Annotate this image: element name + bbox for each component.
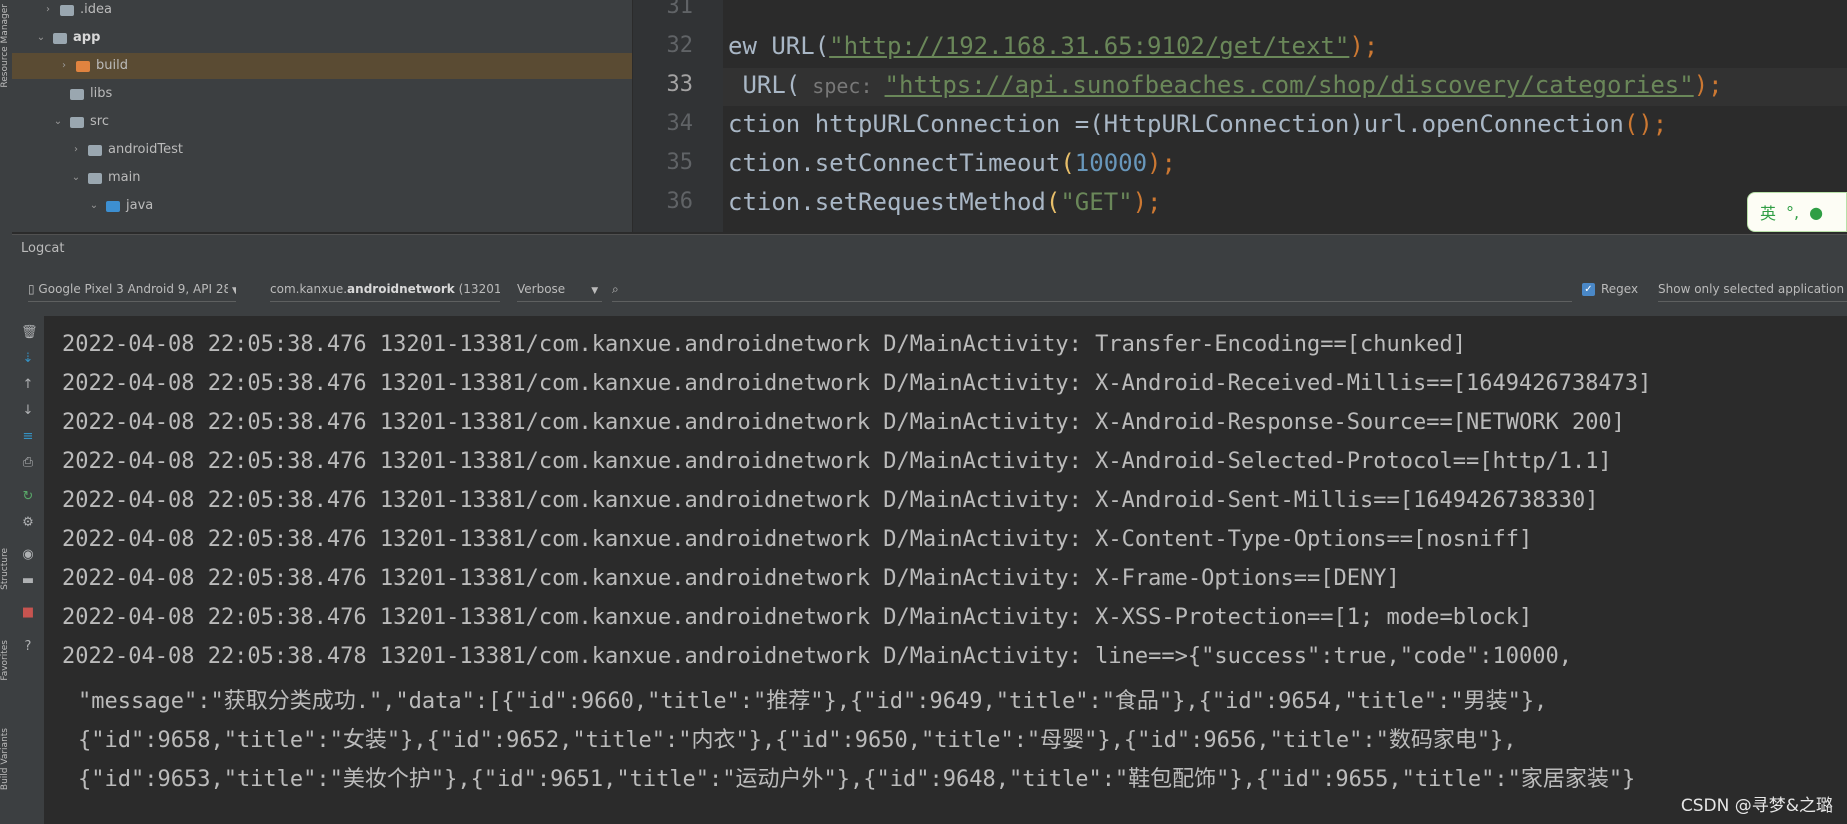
folder-icon [88, 172, 102, 184]
chevron-down-icon[interactable]: ⌄ [88, 193, 100, 219]
log-line: 2022-04-08 22:05:38.476 13201-13381/com.… [62, 566, 1400, 591]
tree-item-src[interactable]: ⌄ src [52, 109, 109, 135]
tree-item-idea[interactable]: › .idea [42, 0, 112, 23]
favorites-tab[interactable]: Favorites [0, 640, 12, 681]
tree-item-main[interactable]: ⌄ main [70, 165, 141, 191]
print-icon[interactable]: ⎙ [21, 456, 35, 470]
restart-icon[interactable]: ↻ [21, 490, 35, 504]
folder-icon [76, 60, 90, 72]
tree-item-label: .idea [80, 2, 112, 17]
line-number: 36 [666, 189, 694, 214]
line-number-gutter: 31 32 33 34 35 36 [633, 0, 723, 232]
folder-icon [60, 4, 74, 16]
watermark: CSDN @寻梦&之璐 [1680, 796, 1833, 816]
tree-item-label: libs [90, 86, 113, 101]
search-input[interactable]: ⌕ [612, 277, 1572, 302]
camera-icon[interactable]: ◉ [21, 548, 35, 562]
search-icon: ⌕ [612, 282, 619, 296]
logcat-toolbar: ▯ Google Pixel 3 Android 9, API 28 ▼ com… [12, 262, 1847, 317]
soft-wrap-icon[interactable]: ≡ [21, 430, 35, 444]
ime-punctuation-label[interactable]: °, [1786, 203, 1799, 222]
folder-icon [70, 116, 84, 128]
structure-tab[interactable]: Structure [0, 548, 12, 590]
process-dropdown[interactable]: com.kanxue.androidnetwork (13201) [270, 277, 500, 302]
code-line-35: ction.setConnectTimeout(10000); [728, 149, 1176, 177]
source-folder-icon [106, 200, 120, 212]
logcat-output[interactable]: 2022-04-08 22:05:38.476 13201-13381/com.… [44, 316, 1847, 824]
log-line: "message":"获取分类成功.","data":[{"id":9660,"… [78, 689, 1548, 714]
tree-item-label: java [126, 198, 154, 213]
tree-item-label: app [73, 30, 101, 45]
tree-item-label: src [90, 114, 109, 129]
chevron-down-icon[interactable]: ⌄ [70, 165, 82, 191]
folder-icon [70, 88, 84, 100]
tree-item-build[interactable]: › build [12, 53, 632, 79]
video-icon[interactable]: ▬ [21, 574, 35, 588]
chevron-right-icon[interactable]: › [42, 0, 54, 23]
app-filter-dropdown[interactable]: Show only selected application [1658, 277, 1847, 302]
phone-icon: ▯ [28, 282, 39, 296]
tree-item-label: build [96, 58, 128, 73]
chevron-down-icon: ▼ [591, 286, 599, 296]
regex-checkbox[interactable]: ✓ Regex [1582, 277, 1652, 301]
log-line: 2022-04-08 22:05:38.476 13201-13381/com.… [62, 605, 1533, 630]
chevron-right-icon[interactable]: › [70, 137, 82, 163]
scroll-to-end-icon[interactable]: ⇣ [21, 352, 35, 366]
parameter-hint: spec: [800, 74, 885, 98]
stop-icon[interactable]: ■ [21, 606, 35, 620]
device-dropdown[interactable]: ▯ Google Pixel 3 Android 9, API 28 [28, 277, 228, 302]
help-icon[interactable]: ? [21, 640, 35, 654]
tree-item-label: main [108, 170, 141, 185]
code-line-36: ction.setRequestMethod("GET"); [728, 188, 1162, 216]
code-line-33: URL( spec: "https://api.sunofbeaches.com… [728, 71, 1723, 99]
folder-icon [88, 144, 102, 156]
line-number: 32 [666, 33, 694, 58]
code-line-32: ew URL("http://192.168.31.65:9102/get/te… [728, 32, 1379, 60]
logcat-title: Logcat [21, 241, 65, 256]
resource-manager-tab[interactable]: Resource Manager [0, 4, 12, 88]
line-number: 31 [666, 0, 694, 19]
log-level-dropdown[interactable]: Verbose ▼ [517, 277, 602, 302]
line-number: 35 [666, 150, 694, 175]
module-folder-icon [53, 32, 67, 44]
logcat-side-toolbar: 🗑 ⇣ ↑ ↓ ≡ ⎙ ↻ ⚙ ◉ ▬ ■ ? [12, 316, 44, 824]
down-arrow-icon[interactable]: ↓ [21, 404, 35, 418]
logcat-title-bar: Logcat [12, 234, 1847, 262]
log-line: 2022-04-08 22:05:38.478 13201-13381/com.… [62, 644, 1572, 669]
ime-language-label[interactable]: 英 [1760, 200, 1776, 224]
project-tree-panel: › .idea ⌄ app › build libs ⌄ src › andro… [12, 0, 632, 232]
tree-item-libs[interactable]: libs [70, 81, 112, 107]
chevron-down-icon[interactable]: ⌄ [35, 25, 47, 51]
code-editor[interactable]: 31 32 33 34 35 36 ew URL("http://192.168… [633, 0, 1847, 232]
ime-toolbar[interactable]: 英 °, ● [1747, 192, 1847, 232]
tree-item-label: androidTest [108, 142, 183, 157]
tree-item-androidtest[interactable]: › androidTest [70, 137, 183, 163]
tree-item-app[interactable]: ⌄ app [35, 25, 101, 51]
tree-item-java[interactable]: ⌄ java [88, 193, 153, 219]
chevron-down-icon[interactable]: ⌄ [52, 109, 64, 135]
up-arrow-icon[interactable]: ↑ [21, 378, 35, 392]
shirt-icon[interactable]: ● [1809, 203, 1823, 222]
trash-icon[interactable]: 🗑 [21, 326, 38, 340]
log-line: 2022-04-08 22:05:38.476 13201-13381/com.… [62, 488, 1599, 513]
line-number: 33 [666, 72, 694, 97]
chevron-down-icon[interactable]: ▼ [232, 286, 236, 296]
line-number: 34 [666, 111, 694, 136]
gear-icon[interactable]: ⚙ [21, 516, 35, 530]
log-line: 2022-04-08 22:05:38.476 13201-13381/com.… [62, 410, 1625, 435]
build-variants-tab[interactable]: Build Variants [0, 728, 12, 790]
checkmark-icon: ✓ [1582, 283, 1595, 296]
log-line: {"id":9653,"title":"美妆个护"},{"id":9651,"t… [78, 767, 1636, 792]
chevron-right-icon[interactable]: › [58, 53, 70, 79]
log-line: 2022-04-08 22:05:38.476 13201-13381/com.… [62, 371, 1652, 396]
log-line: {"id":9658,"title":"女装"},{"id":9652,"tit… [78, 728, 1517, 753]
log-line: 2022-04-08 22:05:38.476 13201-13381/com.… [62, 449, 1612, 474]
code-line-34: ction httpURLConnection =(HttpURLConnect… [728, 110, 1668, 138]
log-line: 2022-04-08 22:05:38.476 13201-13381/com.… [62, 332, 1466, 357]
log-line: 2022-04-08 22:05:38.476 13201-13381/com.… [62, 527, 1533, 552]
